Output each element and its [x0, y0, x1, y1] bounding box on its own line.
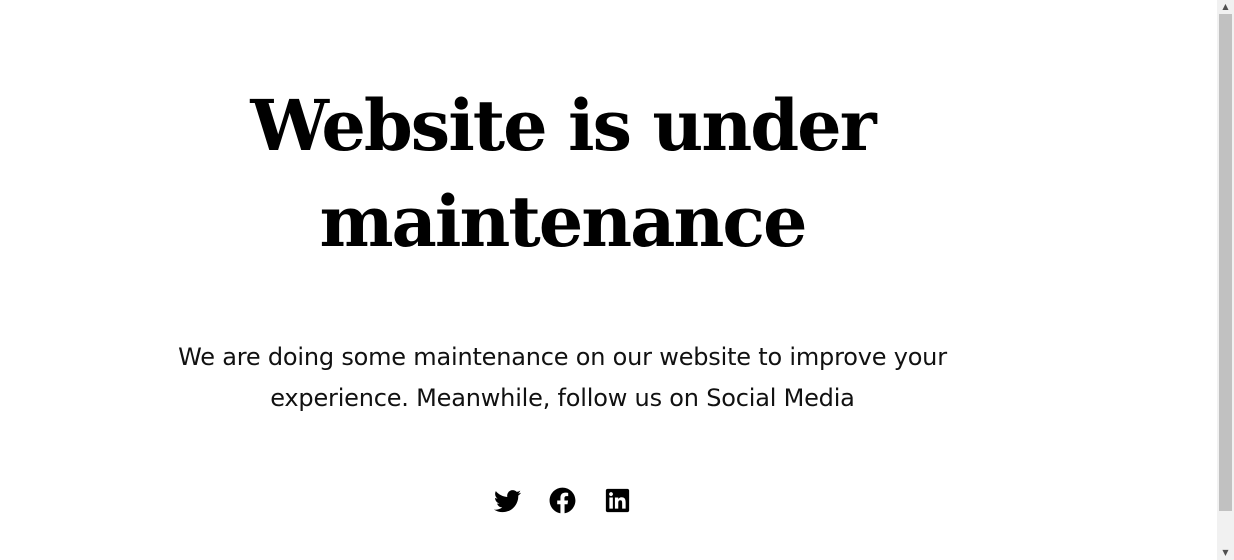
social-links	[0, 484, 1125, 518]
scroll-down-arrow[interactable]: ▼	[1217, 546, 1234, 560]
twitter-icon	[493, 490, 522, 513]
page-title: Website is under maintenance	[0, 78, 1125, 270]
vertical-scrollbar[interactable]: ▲ ▼	[1217, 0, 1234, 560]
linkedin-icon	[605, 488, 630, 513]
maintenance-message: We are doing some maintenance on our web…	[178, 343, 947, 412]
linkedin-link[interactable]	[602, 484, 633, 517]
facebook-icon	[549, 487, 576, 514]
scroll-thumb[interactable]	[1219, 14, 1232, 511]
twitter-link[interactable]	[492, 484, 523, 517]
title-line-1: Website is under	[250, 84, 876, 167]
title-line-2: maintenance	[319, 180, 807, 263]
maintenance-page: Website is under maintenance We are doin…	[0, 0, 1217, 560]
scroll-up-arrow[interactable]: ▲	[1217, 0, 1234, 14]
facebook-link[interactable]	[547, 484, 578, 517]
